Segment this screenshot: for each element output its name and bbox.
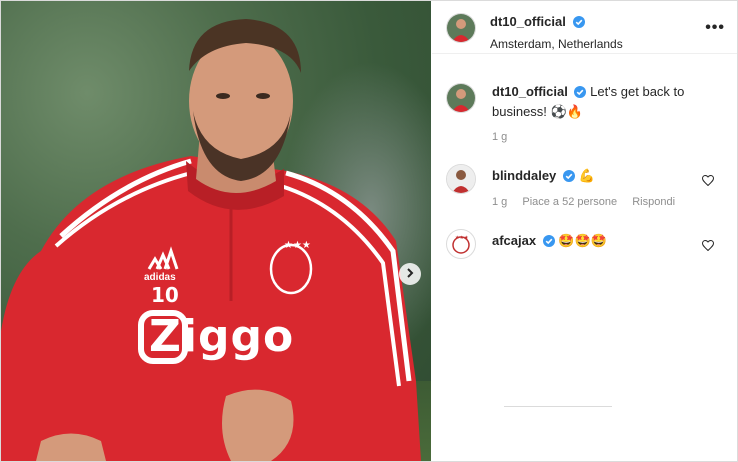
comment-username[interactable]: afcajax: [492, 233, 536, 248]
like-comment-heart-icon[interactable]: [701, 238, 715, 256]
verified-badge-icon: [562, 169, 575, 187]
svg-text:★★★: ★★★: [455, 235, 469, 241]
comment-text: 💪: [578, 168, 595, 183]
svg-text:★★★: ★★★: [284, 240, 311, 251]
comment-item: blinddaley 💪 1 g Piace a 52 persone Risp…: [446, 164, 726, 214]
comment-likes[interactable]: Piace a 52 persone: [522, 196, 617, 208]
author-avatar[interactable]: [446, 13, 476, 43]
caption-time[interactable]: 1 g: [492, 131, 507, 143]
like-comment-heart-icon[interactable]: [701, 173, 715, 191]
player-photo: ★★★ adidas: [1, 19, 421, 461]
caption-text-block: dt10_official Let's get back to business…: [492, 83, 702, 121]
author-username[interactable]: dt10_official: [490, 14, 566, 29]
chevron-right-icon: [405, 265, 415, 283]
comment-meta: 1 g Piace a 52 persone Rispondi: [492, 196, 687, 208]
comment-username[interactable]: blinddaley: [492, 168, 556, 183]
comment-avatar[interactable]: [446, 164, 476, 194]
caption-meta: 1 g: [492, 131, 519, 143]
comment-time[interactable]: 1 g: [492, 196, 507, 208]
post-location[interactable]: Amsterdam, Netherlands: [490, 37, 623, 51]
post-header: dt10_official Amsterdam, Netherlands •••: [432, 1, 737, 54]
sponsor-logo: Ziggo: [149, 311, 295, 362]
caption: dt10_official Let's get back to business…: [446, 83, 726, 143]
section-divider: [504, 406, 612, 407]
caption-username[interactable]: dt10_official: [492, 84, 568, 99]
comment-text-block: blinddaley 💪: [492, 167, 702, 187]
post-sidebar: dt10_official Amsterdam, Netherlands •••…: [432, 1, 737, 461]
author-info: dt10_official Amsterdam, Netherlands: [490, 13, 623, 51]
svg-text:adidas: adidas: [144, 272, 176, 283]
verified-badge-icon: [574, 85, 587, 103]
jersey-number: 10: [151, 283, 179, 307]
caption-avatar[interactable]: [446, 83, 476, 113]
verified-badge-icon: [542, 234, 555, 252]
reply-button[interactable]: Rispondi: [632, 196, 675, 208]
comment-avatar[interactable]: ★★★: [446, 229, 476, 259]
comment-text: 🤩🤩🤩: [558, 233, 607, 248]
comment-text-block: afcajax 🤩🤩🤩: [492, 232, 702, 252]
more-options-icon[interactable]: •••: [705, 19, 725, 37]
post-media[interactable]: ★★★ adidas 10 Ziggo: [1, 1, 431, 461]
comment-item: ★★★ afcajax 🤩🤩🤩: [446, 229, 726, 269]
verified-badge-icon: [573, 15, 586, 33]
next-image-button[interactable]: [399, 263, 421, 285]
